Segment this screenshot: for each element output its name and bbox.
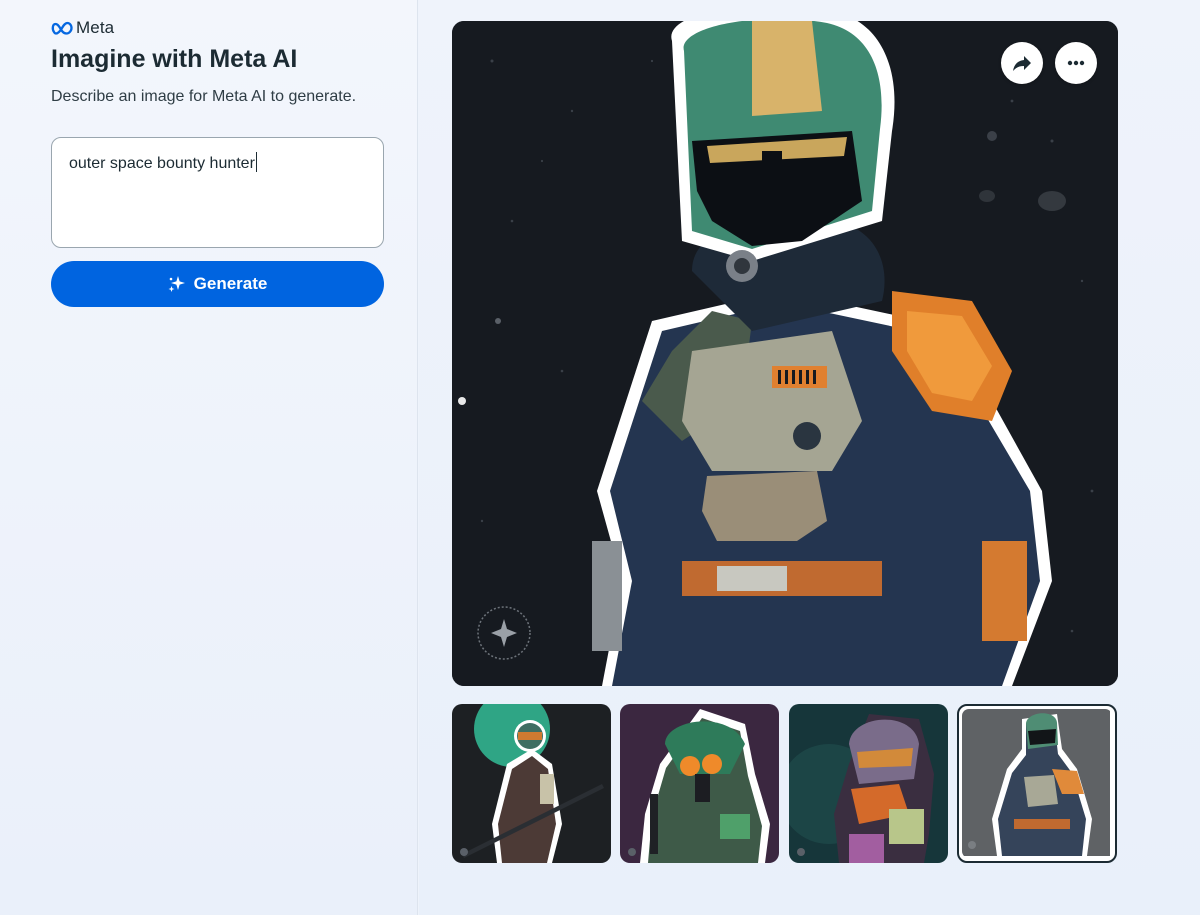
prompt-textarea[interactable]: outer space bounty hunter xyxy=(51,137,384,248)
generated-image-main[interactable] xyxy=(452,21,1118,686)
generate-label: Generate xyxy=(193,274,268,293)
page-title: Imagine with Meta AI xyxy=(51,45,298,73)
more-options-button[interactable] xyxy=(1055,42,1097,84)
thumbnail-1-image xyxy=(452,704,611,863)
thumbnail-1[interactable] xyxy=(452,704,611,863)
meta-brand[interactable]: Meta xyxy=(51,18,114,38)
text-caret xyxy=(255,152,258,172)
page-subtitle: Describe an image for Meta AI to generat… xyxy=(51,88,357,105)
more-dots-icon xyxy=(1067,60,1085,66)
thumbnail-3[interactable] xyxy=(789,704,948,863)
sparkle-icon xyxy=(168,276,185,292)
generate-button[interactable]: Generate xyxy=(51,261,384,307)
thumbnail-2-image xyxy=(620,704,779,863)
bounty-hunter-illustration xyxy=(452,21,1118,686)
thumbnail-2[interactable] xyxy=(620,704,779,863)
thumbnail-4-frame xyxy=(962,709,1112,858)
thumbnail-4-selected[interactable] xyxy=(957,704,1117,863)
share-arrow-icon xyxy=(1013,56,1031,71)
prompt-text: outer space bounty hunter xyxy=(69,155,255,172)
brand-name: Meta xyxy=(76,18,115,37)
thumbnail-3-image xyxy=(789,704,948,863)
share-button[interactable] xyxy=(1001,42,1043,84)
meta-logo-icon xyxy=(51,21,73,35)
thumbnail-4-image xyxy=(962,709,1110,856)
